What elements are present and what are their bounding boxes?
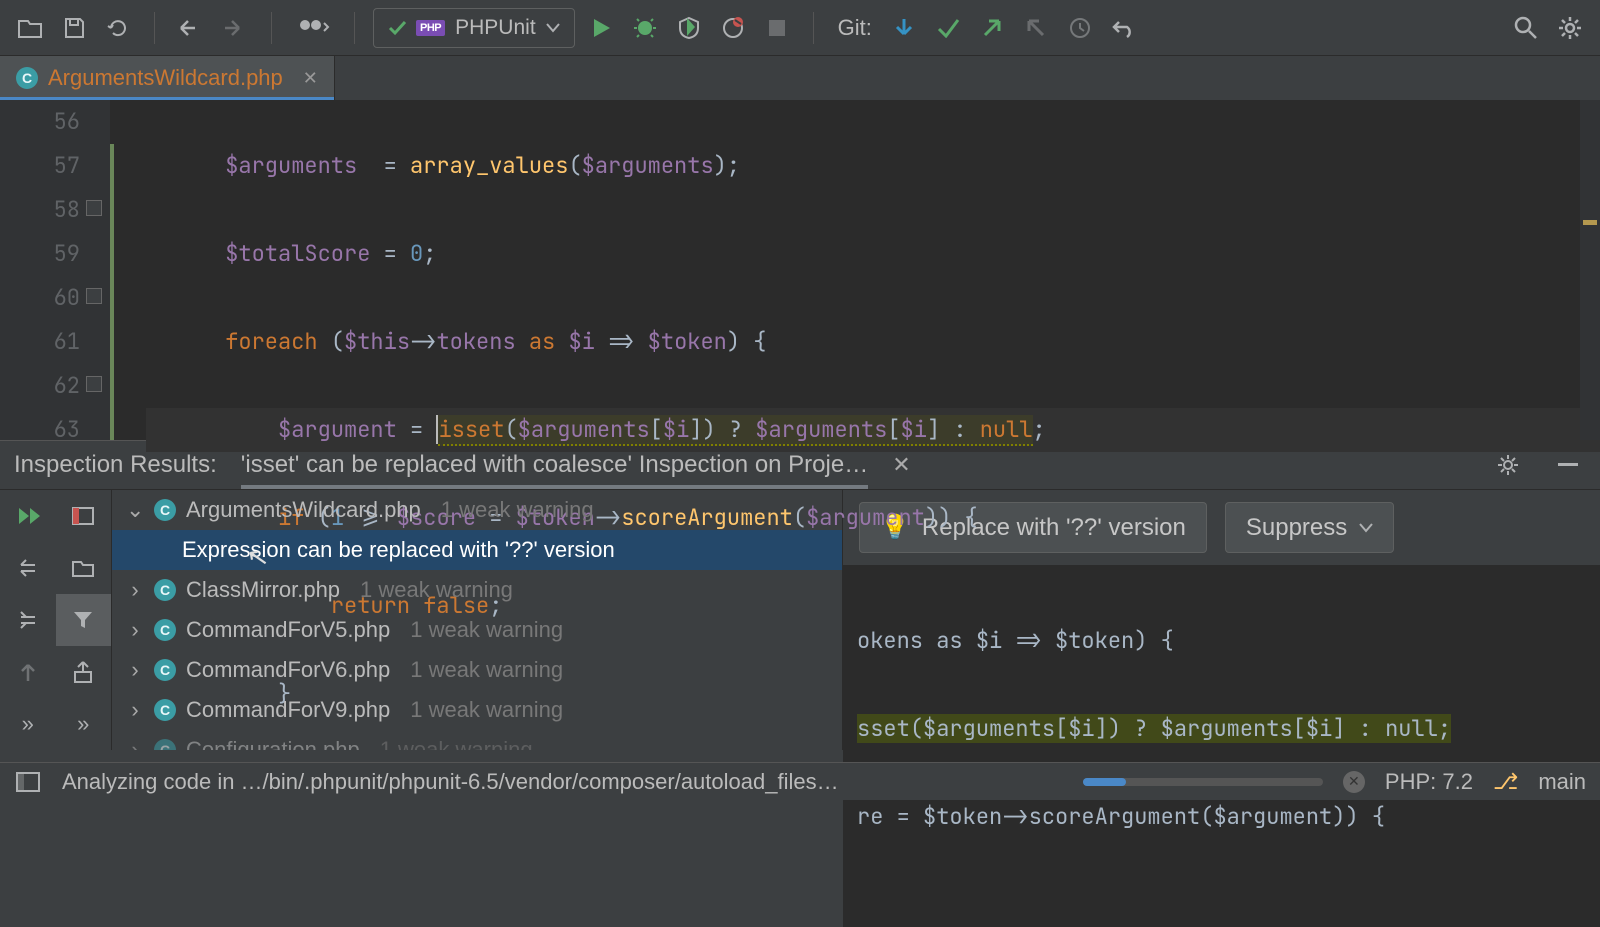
file-name: CommandForV6.php	[186, 657, 390, 683]
weak-warning-count: 1 weak warning	[441, 497, 594, 523]
back-icon[interactable]	[173, 10, 209, 46]
class-file-icon: C	[16, 67, 38, 89]
chevron-right-icon[interactable]: ›	[126, 697, 144, 723]
dropdown-icon	[546, 23, 560, 33]
php-version[interactable]: PHP: 7.2	[1385, 769, 1473, 795]
gutter: 56 57 58 59 60 61 62 63	[0, 100, 110, 440]
change-marker	[110, 144, 117, 440]
line-number: 58	[0, 188, 80, 232]
status-bar: Analyzing code in …/bin/.phpunit/phpunit…	[0, 762, 1600, 800]
update-project-icon[interactable]	[886, 10, 922, 46]
editor-tab[interactable]: C ArgumentsWildcard.php ✕	[0, 56, 335, 100]
line-number: 61	[0, 320, 80, 364]
file-name: CommandForV9.php	[186, 697, 390, 723]
code-area[interactable]: $arguments = array_values($arguments); $…	[110, 100, 1600, 440]
refresh-icon[interactable]	[100, 10, 136, 46]
code-with-me-icon[interactable]	[290, 10, 336, 46]
file-name: ArgumentsWildcard.php	[186, 497, 421, 523]
warning-mark[interactable]	[1583, 220, 1597, 225]
tool-windows-icon[interactable]	[14, 770, 42, 794]
chevron-right-icon[interactable]: ›	[126, 737, 144, 750]
class-file-icon: C	[154, 619, 176, 641]
more-h-icon[interactable]: »	[0, 698, 56, 750]
code-editor[interactable]: 56 57 58 59 60 61 62 63 $arguments = arr…	[0, 100, 1600, 440]
fold-icon[interactable]	[86, 200, 102, 216]
line-number: 60	[0, 276, 80, 320]
run-icon[interactable]	[583, 10, 619, 46]
weak-warning-count: 1 weak warning	[410, 697, 563, 723]
weak-warning-count: 1 weak warning	[360, 577, 513, 603]
error-stripe[interactable]	[1580, 100, 1600, 440]
more-h-icon[interactable]: »	[56, 698, 112, 750]
git-label: Git:	[838, 15, 872, 41]
tree-problem-row[interactable]: Expression can be replaced with '??' ver…	[112, 530, 842, 570]
progress-bar[interactable]	[1083, 778, 1323, 786]
weak-warning-count: 1 weak warning	[410, 657, 563, 683]
chevron-right-icon[interactable]: ›	[126, 657, 144, 683]
line-number: 59	[0, 232, 80, 276]
line-number: 57	[0, 144, 80, 188]
tree-file-row[interactable]: › C CommandForV6.php 1 weak warning	[112, 650, 842, 690]
group-by-severity-icon[interactable]	[56, 490, 112, 542]
inspection-sidebar: » »	[0, 490, 112, 750]
line-number: 56	[0, 100, 80, 144]
forward-icon[interactable]	[217, 10, 253, 46]
tree-file-row[interactable]: ⌄ C ArgumentsWildcard.php 1 weak warning	[112, 490, 842, 530]
line-number: 62	[0, 364, 80, 408]
inspection-tree[interactable]: ⌄ C ArgumentsWildcard.php 1 weak warning…	[112, 490, 842, 750]
class-file-icon: C	[154, 739, 176, 750]
tab-filename: ArgumentsWildcard.php	[48, 65, 283, 91]
config-check-icon	[388, 19, 406, 37]
tree-file-row[interactable]: › C CommandForV9.php 1 weak warning	[112, 690, 842, 730]
search-icon[interactable]	[1508, 10, 1544, 46]
expand-all-icon[interactable]	[0, 542, 56, 594]
main-toolbar: PHP PHPUnit Git:	[0, 0, 1600, 56]
coverage-icon[interactable]	[671, 10, 707, 46]
git-branch[interactable]: main	[1538, 769, 1586, 795]
line-number: 63	[0, 408, 80, 452]
tree-file-row[interactable]: › C CommandForV5.php 1 weak warning	[112, 610, 842, 650]
tree-file-row[interactable]: › C Configuration.php 1 weak warning	[112, 730, 842, 750]
save-all-icon[interactable]	[56, 10, 92, 46]
chevron-down-icon[interactable]: ⌄	[126, 497, 144, 523]
file-name: CommandForV5.php	[186, 617, 390, 643]
close-tab-icon[interactable]: ✕	[303, 68, 318, 89]
commit-icon[interactable]	[930, 10, 966, 46]
chevron-right-icon[interactable]: ›	[126, 617, 144, 643]
push-icon[interactable]	[974, 10, 1010, 46]
undo-icon[interactable]	[1106, 10, 1142, 46]
prev-occurrence-icon[interactable]	[0, 646, 56, 698]
profile-icon[interactable]	[715, 10, 751, 46]
status-message: Analyzing code in …/bin/.phpunit/phpunit…	[62, 769, 839, 795]
chevron-right-icon[interactable]: ›	[126, 577, 144, 603]
branch-icon: ⎇	[1493, 769, 1518, 795]
stop-process-icon[interactable]: ✕	[1343, 771, 1365, 793]
fold-icon[interactable]	[86, 376, 102, 392]
filter-icon[interactable]	[56, 594, 112, 646]
debug-icon[interactable]	[627, 10, 663, 46]
class-file-icon: C	[154, 659, 176, 681]
editor-tabbar: C ArgumentsWildcard.php ✕	[0, 56, 1600, 100]
class-file-icon: C	[154, 699, 176, 721]
run-config-selector[interactable]: PHP PHPUnit	[373, 8, 575, 48]
stop-icon[interactable]	[759, 10, 795, 46]
file-name: ClassMirror.php	[186, 577, 340, 603]
tree-file-row[interactable]: › C ClassMirror.php 1 weak warning	[112, 570, 842, 610]
fold-icon[interactable]	[86, 288, 102, 304]
open-icon[interactable]	[12, 10, 48, 46]
run-config-label: PHPUnit	[455, 16, 536, 40]
class-file-icon: C	[154, 579, 176, 601]
export-icon[interactable]	[56, 646, 112, 698]
settings-icon[interactable]	[1552, 10, 1588, 46]
file-name: Configuration.php	[186, 737, 360, 750]
collapse-all-icon[interactable]	[0, 594, 56, 646]
php-badge-icon: PHP	[416, 20, 445, 36]
history-icon[interactable]	[1062, 10, 1098, 46]
rollback-icon[interactable]	[1018, 10, 1054, 46]
weak-warning-count: 1 weak warning	[380, 737, 533, 750]
group-by-dir-icon[interactable]	[56, 542, 112, 594]
weak-warning-count: 1 weak warning	[410, 617, 563, 643]
class-file-icon: C	[154, 499, 176, 521]
rerun-icon[interactable]	[0, 490, 56, 542]
